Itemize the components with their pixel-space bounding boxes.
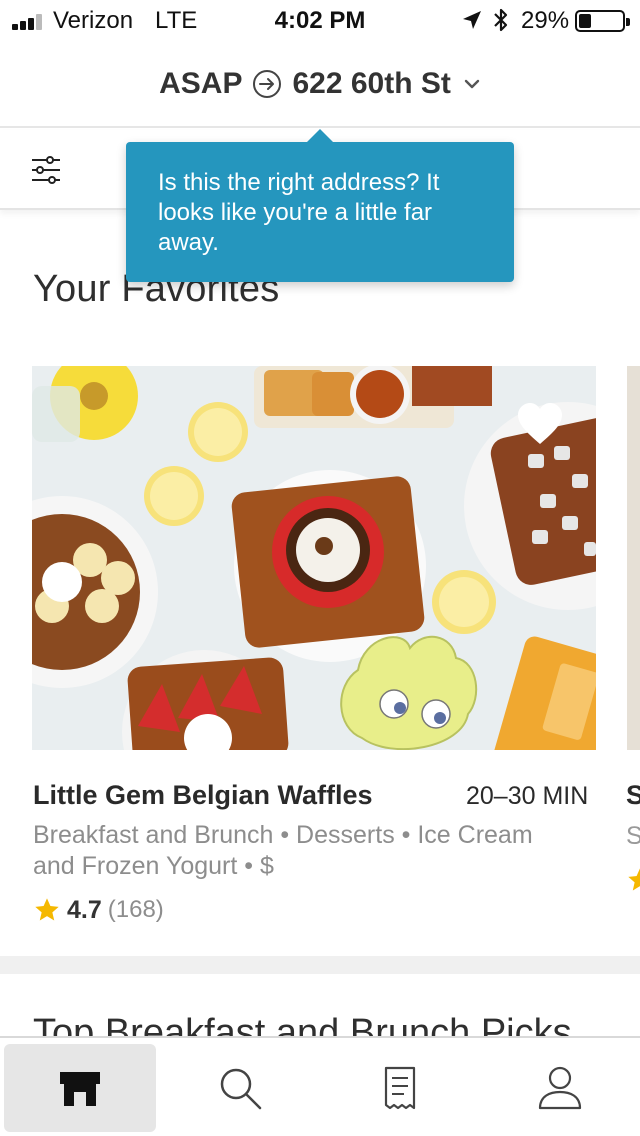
- address-selector[interactable]: ASAP 622 60th St: [0, 64, 640, 104]
- address-tooltip[interactable]: Is this the right address? It looks like…: [126, 129, 514, 282]
- battery-percentage: 29%: [521, 7, 570, 34]
- section-divider: [0, 956, 640, 974]
- tab-home[interactable]: [4, 1044, 156, 1132]
- next-restaurant-name-peek: S: [626, 780, 640, 810]
- chevron-down-icon: [464, 79, 480, 89]
- tab-search[interactable]: [164, 1044, 316, 1132]
- delivery-time-estimate: 20–30 MIN: [466, 782, 589, 810]
- receipt-icon: [384, 1066, 416, 1110]
- next-restaurant-card-peek[interactable]: [627, 366, 640, 750]
- person-icon: [538, 1066, 582, 1110]
- delivery-time-label: ASAP: [159, 67, 243, 100]
- rating-value: 4.7: [67, 895, 102, 924]
- filter-sliders-icon[interactable]: [30, 154, 62, 186]
- bottom-tab-bar: [0, 1036, 640, 1136]
- tab-orders[interactable]: [324, 1044, 476, 1132]
- tooltip-text: Is this the right address? It looks like…: [158, 169, 440, 256]
- arrow-right-circle-icon: [253, 70, 282, 98]
- delivery-address-header: ASAP 622 60th St: [0, 40, 640, 128]
- waffles-photo: [32, 366, 596, 750]
- restaurant-categories: Breakfast and Brunch • Desserts • Ice Cr…: [33, 821, 533, 880]
- restaurant-rating: 4.7 (168): [33, 894, 164, 926]
- tab-account[interactable]: [484, 1044, 636, 1132]
- heart-icon[interactable]: [516, 402, 564, 446]
- star-icon: [35, 898, 59, 921]
- bluetooth-icon: [494, 8, 508, 32]
- tooltip-caret: [306, 129, 334, 143]
- storefront-icon: [60, 1072, 100, 1106]
- delivery-address: 622 60th St: [292, 67, 451, 100]
- rating-count: (168): [107, 896, 164, 923]
- next-restaurant-star-icon: [626, 866, 640, 894]
- restaurant-name[interactable]: Little Gem Belgian Waffles: [33, 780, 373, 811]
- location-arrow-icon: [463, 11, 481, 29]
- battery-icon: [575, 10, 630, 32]
- status-bar: Verizon LTE 4:02 PM 29%: [0, 0, 640, 40]
- restaurant-card-image[interactable]: [32, 366, 596, 750]
- next-restaurant-category-peek: S: [626, 822, 640, 850]
- search-icon: [220, 1068, 262, 1110]
